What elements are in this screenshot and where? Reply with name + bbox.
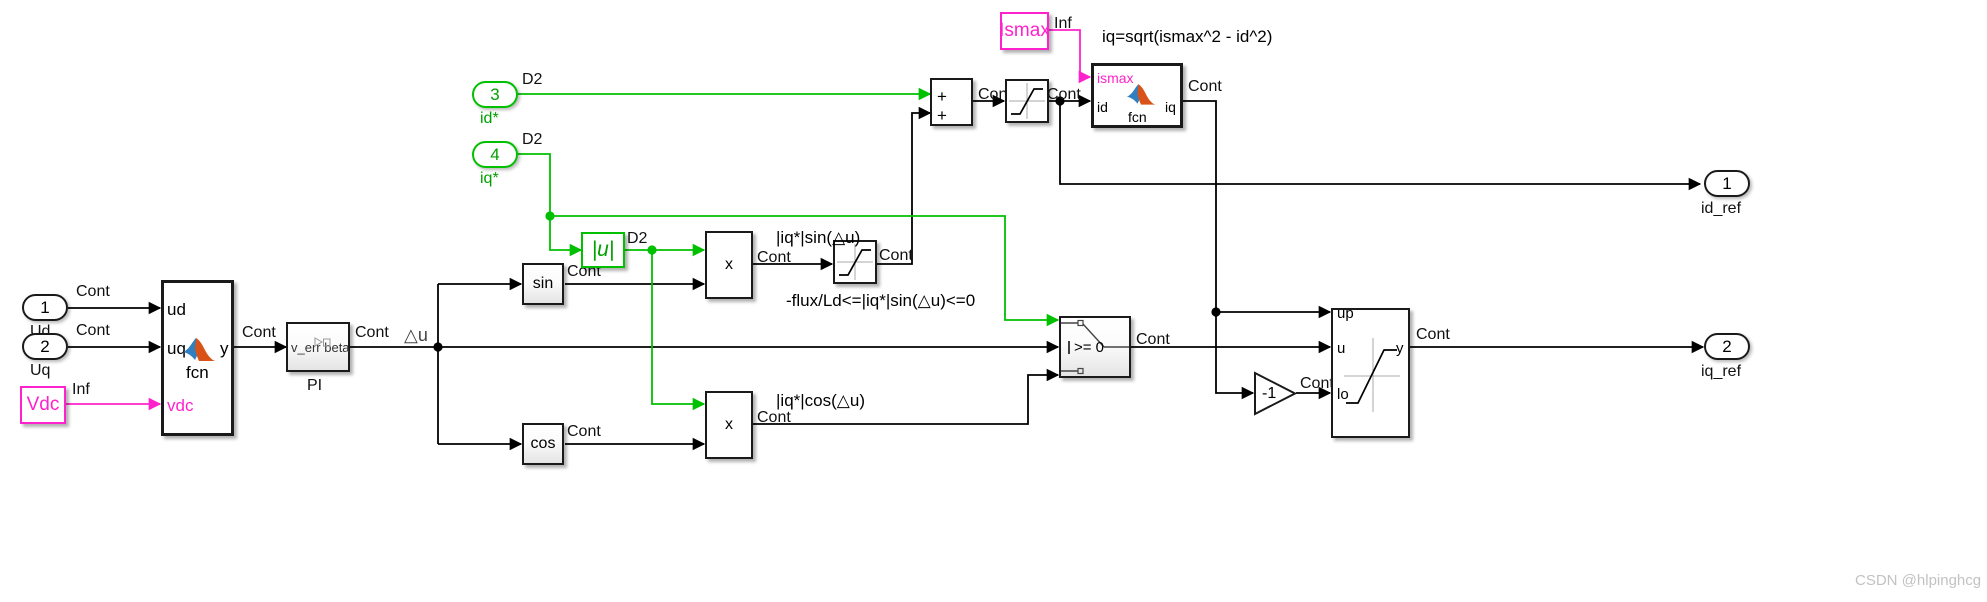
watermark-text: CSDN @hlpinghcg [1855, 572, 1982, 589]
sin-block[interactable]: sin [522, 263, 564, 305]
inport-2-signal-label: Cont [76, 322, 110, 339]
product-top-block[interactable]: x [705, 231, 753, 299]
dynamic-saturation-icon [1344, 338, 1400, 412]
outport-1-id-ref[interactable]: 1 [1704, 170, 1750, 197]
inport-4-signal-label: D2 [522, 131, 543, 148]
matlab-logo-icon-right [1126, 84, 1156, 105]
dyn-sat-input-up: up [1337, 305, 1354, 322]
delta-u-signal-label: △u [404, 325, 428, 345]
sum-sign-2: + [937, 106, 947, 125]
product-bottom-block[interactable]: x [705, 391, 753, 459]
product-bottom-label: x [725, 416, 733, 433]
annotation-iq-formula: iq=sqrt(ismax^2 - id^2) [1102, 27, 1273, 46]
pi-out-signal-label: Cont [355, 324, 389, 341]
fcn-left-input-ud: ud [167, 300, 186, 319]
abs-out-signal-label: D2 [627, 230, 648, 247]
fcn-left-name: fcn [186, 363, 209, 382]
switch-out-signal-label: Cont [1136, 331, 1170, 348]
constant-ismax-label: Ismax [999, 20, 1050, 41]
fcn-right-out-signal-label: Cont [1188, 78, 1222, 95]
matlab-logo-icon [183, 338, 215, 361]
inport-3-id-ref[interactable]: 3 [472, 81, 518, 108]
dyn-sat-input-lo: lo [1337, 386, 1349, 403]
annotation-iq-cos: |iq*|cos(△u) [776, 391, 865, 410]
saturation-icon-sum [1009, 83, 1045, 119]
outport-2-iq-ref[interactable]: 2 [1704, 333, 1750, 360]
inport-4-number: 4 [490, 144, 500, 164]
cos-block[interactable]: cos [522, 423, 564, 465]
inport-3-label: id* [480, 110, 499, 127]
gain-value-label: -1 [1262, 385, 1277, 402]
outport-2-number: 2 [1722, 336, 1732, 356]
fcn-right-output-iq: iq [1165, 99, 1176, 115]
fcn-left-output-y: y [220, 339, 229, 358]
inport-2-uq[interactable]: 2 [22, 333, 68, 360]
dyn-sat-input-u: u [1337, 340, 1346, 357]
gain-out-signal-label: Cont [1300, 375, 1334, 392]
inport-1-number: 1 [40, 297, 50, 317]
switch-criteria-label: >= 0 [1074, 339, 1105, 356]
outport-2-label: iq_ref [1701, 363, 1742, 380]
constant-ismax-block[interactable]: Ismax [999, 12, 1050, 50]
constant-vdc-block[interactable]: Vdc [20, 386, 66, 424]
pi-block-label: PI [307, 377, 323, 394]
vdc-signal-label: Inf [72, 381, 90, 398]
outport-1-label: id_ref [1701, 200, 1742, 217]
inport-4-iq-ref[interactable]: 4 [472, 141, 518, 168]
pi-inner-icon [314, 337, 331, 347]
fcn-left-input-vdc: vdc [167, 396, 194, 415]
annotation-iq-sin: |iq*|sin(△u) [776, 228, 861, 247]
product-top-label: x [725, 256, 733, 273]
constant-vdc-label: Vdc [26, 394, 60, 415]
inport-3-number: 3 [490, 84, 500, 104]
cos-block-label: cos [530, 435, 556, 452]
saturation-sin-out-signal-label: Cont [879, 247, 913, 264]
ismax-signal-label: Inf [1054, 15, 1072, 32]
inport-1-ud[interactable]: 1 [22, 294, 68, 321]
inport-2-number: 2 [40, 336, 50, 356]
fcn-right-input-id: id [1097, 99, 1108, 115]
inport-4-label: iq* [480, 170, 499, 187]
saturation-sum-out-signal-label: Cont [1047, 86, 1081, 103]
inport-2-label: Uq [30, 362, 51, 379]
inport-1-signal-label: Cont [76, 283, 110, 300]
sum-sign-1: + [937, 87, 947, 106]
fcn-right-name: fcn [1128, 109, 1147, 125]
abs-block-label: |u| [591, 238, 615, 261]
dyn-sat-output-y: y [1396, 340, 1404, 357]
inport-3-signal-label: D2 [522, 71, 543, 88]
fcn-left-out-signal-label: Cont [242, 324, 276, 341]
dyn-sat-out-signal-label: Cont [1416, 326, 1450, 343]
sin-block-label: sin [532, 275, 554, 292]
cos-out-signal-label: Cont [567, 423, 601, 440]
simulink-diagram-canvas: 1 Ud Cont 2 Uq Cont 3 id* D2 4 iq* D2 Vd… [0, 0, 1987, 602]
annotation-flux-bounds: -flux/Ld<=|iq*|sin(△u)<=0 [786, 291, 976, 310]
product-bottom-out-signal-label: Cont [757, 409, 791, 426]
outport-1-number: 1 [1722, 173, 1732, 193]
abs-block[interactable]: |u| [581, 232, 625, 268]
product-top-out-signal-label: Cont [757, 249, 791, 266]
